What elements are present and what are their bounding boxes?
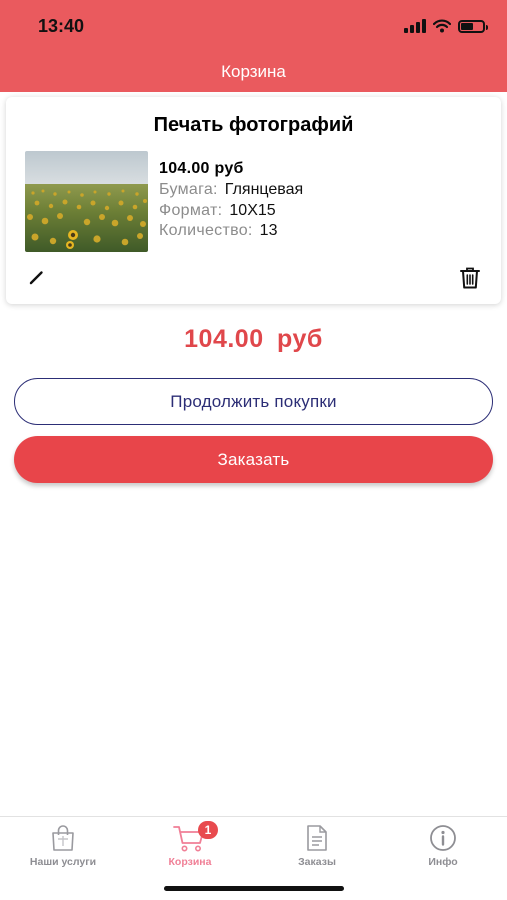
- detail-label: Формат:: [159, 201, 223, 219]
- battery-icon: [458, 19, 488, 33]
- cart-item-card: Печать фотографий 104.00 руб Бумага: Гля…: [6, 97, 501, 304]
- detail-quantity: Количество: 13: [159, 221, 303, 242]
- continue-shopping-button[interactable]: Продолжить покупки: [14, 378, 493, 425]
- home-indicator[interactable]: [164, 886, 344, 891]
- wifi-icon: [433, 19, 451, 33]
- sunflower-field-photo[interactable]: [25, 151, 148, 252]
- shopping-bag-icon: [52, 825, 74, 851]
- detail-format: Формат: 10X15: [159, 201, 303, 222]
- tab-label: Инфо: [428, 856, 458, 868]
- trash-icon: [460, 267, 480, 289]
- status-icons: [404, 16, 488, 36]
- cart-total: 104.00 руб: [184, 325, 323, 353]
- cart-item-title: Печать фотографий: [153, 114, 354, 136]
- detail-paper: Бумага: Глянцевая: [159, 180, 303, 201]
- tab-label: Наши услуги: [29, 856, 97, 868]
- photo-thumbnail: [25, 151, 148, 252]
- delete-item-button[interactable]: [459, 266, 481, 290]
- detail-value: 13: [259, 222, 278, 239]
- detail-value: 10X15: [229, 201, 276, 219]
- item-price: 104.00 руб: [159, 160, 244, 177]
- info-icon: [430, 825, 456, 851]
- cart-item-info: 104.00 руб Бумага: Глянцевая Формат: 10X15…: [159, 160, 303, 242]
- edit-item-button[interactable]: [27, 267, 47, 287]
- app-header: 13:40 Корзина: [0, 0, 507, 92]
- document-icon: [307, 825, 327, 851]
- cellular-signal-icon: [404, 19, 426, 33]
- tab-services[interactable]: Наши услуги: [13, 824, 113, 872]
- cart-badge: 1: [198, 821, 218, 839]
- tab-label: Заказы: [298, 856, 336, 868]
- status-time: 13:40: [38, 16, 85, 36]
- page-title: Корзина: [221, 62, 286, 81]
- detail-value: Глянцевая: [224, 181, 304, 198]
- detail-label: Количество:: [159, 222, 253, 239]
- tab-info[interactable]: Инфо: [393, 824, 493, 872]
- detail-label: Бумага:: [159, 181, 218, 198]
- order-button[interactable]: Заказать: [14, 436, 493, 483]
- pencil-icon: [29, 271, 43, 285]
- tab-orders[interactable]: Заказы: [267, 824, 367, 872]
- tab-label: Корзина: [168, 856, 212, 868]
- tab-cart[interactable]: 1 Корзина: [140, 821, 240, 872]
